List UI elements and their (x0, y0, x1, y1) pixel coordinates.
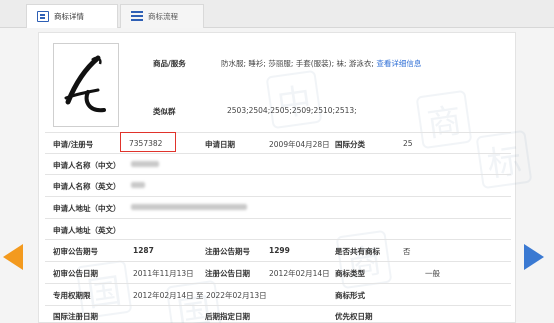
exclusive-period-label: 专用权期限 (53, 291, 91, 300)
prelim-issue-label: 初审公告期号 (53, 247, 98, 256)
reg-date-value: 2012年02月14日 (269, 269, 330, 278)
watermark: 标 (475, 129, 533, 190)
tab-trademark-process[interactable]: 商标流程 (120, 4, 204, 28)
reg-issue-label: 注册公告期号 (205, 247, 250, 256)
reg-date-label: 注册公告日期 (205, 269, 250, 278)
redacted-value (131, 161, 159, 167)
later-date-label: 后期指定日期 (205, 312, 250, 321)
prelim-date-value: 2011年11月13日 (133, 269, 194, 278)
reg-no-label: 申请/注册号 (53, 140, 94, 149)
reg-no-highlight (120, 132, 176, 152)
divider (45, 153, 511, 154)
view-details-link[interactable]: 查看详细信息 (376, 59, 421, 68)
similar-group-value: 2503;2504;2505;2509;2510;2513; (227, 106, 357, 115)
divider (45, 283, 511, 284)
trademark-logo-icon (64, 55, 106, 113)
intl-class-value: 25 (403, 139, 413, 148)
list-icon (131, 11, 143, 22)
watermark: 商 (415, 89, 473, 150)
mark-type-label: 商标类型 (335, 269, 365, 278)
shared-mark-label: 是否共有商标 (335, 247, 380, 256)
priority-date-label: 优先权日期 (335, 312, 373, 321)
next-arrow-icon[interactable] (524, 244, 544, 270)
divider (45, 196, 511, 197)
divider (45, 261, 511, 262)
divider (45, 239, 511, 240)
prev-arrow-icon[interactable] (3, 244, 23, 270)
divider (45, 132, 511, 133)
tab-label: 商标详情 (54, 12, 84, 21)
applicant-address-cn-label: 申请人地址（中文） (53, 204, 121, 213)
exclusive-period-value: 2012年02月14日 至 2022年02月13日 (133, 291, 267, 300)
apply-date-value: 2009年04月28日 (269, 140, 330, 149)
trademark-image (53, 43, 119, 127)
goods-services-label: 商品/服务 (153, 59, 186, 68)
redacted-value (131, 182, 145, 188)
divider (45, 305, 511, 306)
prelim-date-label: 初审公告日期 (53, 269, 98, 278)
document-icon (37, 11, 49, 22)
redacted-value (131, 204, 247, 210)
watermark: 中 (265, 69, 323, 130)
intl-reg-date-label: 国际注册日期 (53, 312, 98, 321)
applicant-name-en-label: 申请人名称（英文） (53, 182, 121, 191)
goods-services-value: 防水服; 睡衫; 莎丽服; 手套(服装); 袜; 游泳衣; 查看详细信息 (221, 58, 421, 69)
prelim-issue-value: 1287 (133, 246, 154, 255)
similar-group-label: 类似群 (153, 107, 176, 116)
mark-type-value: 一般 (425, 269, 440, 278)
apply-date-label: 申请日期 (205, 140, 235, 149)
tab-trademark-details[interactable]: 商标详情 (26, 4, 118, 28)
tab-label: 商标流程 (148, 12, 178, 21)
divider (45, 218, 511, 219)
trademark-detail-panel: 中 商 标 商 国 国 商品/服务 防水服; 睡衫; 莎丽服; 手套(服装); … (38, 32, 533, 323)
reg-issue-value: 1299 (269, 246, 290, 255)
applicant-address-en-label: 申请人地址（英文） (53, 226, 121, 235)
goods-list-text: 防水服; 睡衫; 莎丽服; 手套(服装); 袜; 游泳衣; (221, 59, 374, 68)
mark-form-label: 商标形式 (335, 291, 365, 300)
shared-mark-value: 否 (403, 247, 411, 256)
applicant-name-cn-label: 申请人名称（中文） (53, 161, 121, 170)
divider (45, 174, 511, 175)
intl-class-label: 国际分类 (335, 140, 365, 149)
tab-bar: 商标详情 商标流程 (0, 0, 554, 28)
